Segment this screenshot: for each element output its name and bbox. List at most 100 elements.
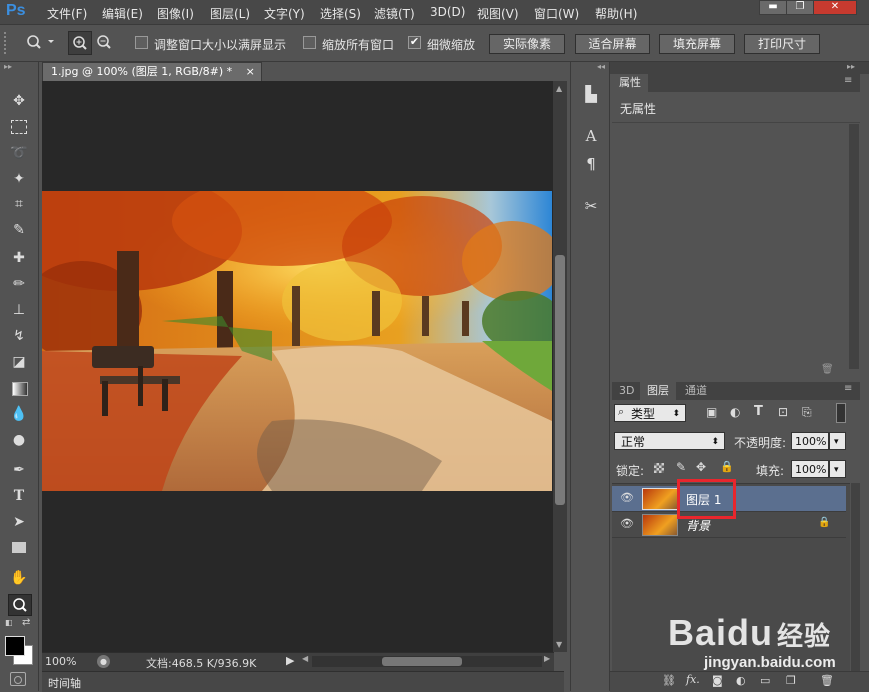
menu-help[interactable]: 帮助(H) <box>595 5 637 22</box>
properties-tab[interactable]: 属性 <box>612 74 648 92</box>
properties-trash-icon[interactable]: 🗑 <box>821 364 834 375</box>
zoom-tool-icon[interactable] <box>8 594 32 616</box>
filter-toggle-switch[interactable] <box>836 403 846 423</box>
scroll-up-icon[interactable]: ▲ <box>556 84 562 93</box>
tab-channels[interactable]: 通道 <box>678 382 714 400</box>
menu-select[interactable]: 选择(S) <box>320 5 361 22</box>
status-menu-arrow-icon[interactable]: ▶ <box>286 654 294 667</box>
horizontal-scroll-thumb[interactable] <box>382 657 462 666</box>
add-mask-icon[interactable]: ◙ <box>712 674 723 687</box>
zoom-level[interactable]: 100% <box>45 655 76 668</box>
menu-window[interactable]: 窗口(W) <box>534 5 579 22</box>
menu-file[interactable]: 文件(F) <box>47 5 87 22</box>
link-layers-icon[interactable]: ⛓ <box>662 674 676 687</box>
quick-mask-icon[interactable] <box>10 672 26 686</box>
layer-name[interactable]: 背景 <box>686 517 710 534</box>
pen-tool-icon[interactable]: ✒ <box>8 460 30 480</box>
timeline-tab[interactable]: 时间轴 <box>48 675 81 691</box>
swap-colors-icon[interactable]: ⇄ <box>22 617 30 628</box>
healing-brush-tool-icon[interactable]: ✚ <box>8 248 30 268</box>
stamp-tool-icon[interactable]: ⊥ <box>8 300 30 320</box>
close-window-button[interactable]: ✕ <box>813 0 857 15</box>
eyedropper-tool-icon[interactable]: ✎ <box>8 220 30 240</box>
menu-layer[interactable]: 图层(L) <box>210 5 250 22</box>
type-tool-icon[interactable]: T <box>8 486 30 506</box>
print-size-button[interactable]: 打印尺寸 <box>744 34 820 54</box>
opacity-dropdown-icon[interactable]: ▾ <box>829 432 846 450</box>
collapse-icon[interactable]: ▸▸ <box>4 63 34 71</box>
visibility-eye-icon[interactable]: 👁 <box>620 517 634 530</box>
histogram-panel-icon[interactable]: ▙ <box>581 84 601 104</box>
crop-tool-icon[interactable]: ⌗ <box>8 194 30 214</box>
paragraph-panel-icon[interactable]: ¶ <box>581 154 601 174</box>
scrubby-zoom-checkbox[interactable]: ✔ <box>408 36 421 49</box>
expand-dock-icon[interactable]: ◂◂ <box>597 62 605 71</box>
blur-tool-icon[interactable]: 💧 <box>8 404 30 424</box>
lock-all-icon[interactable]: 🔒 <box>720 460 734 473</box>
gradient-tool-icon[interactable] <box>8 378 30 398</box>
lock-position-icon[interactable]: ✥ <box>696 460 706 474</box>
zoom-in-button[interactable] <box>68 31 92 55</box>
scroll-down-icon[interactable]: ▼ <box>556 640 562 649</box>
shape-layer-filter-icon[interactable]: ⊡ <box>778 405 788 419</box>
type-layer-filter-icon[interactable]: T <box>754 404 763 419</box>
layers-menu-icon[interactable]: ≡ <box>844 383 852 394</box>
hand-tool-icon[interactable]: ✋ <box>8 568 30 588</box>
history-brush-tool-icon[interactable]: ↯ <box>8 326 30 346</box>
marquee-tool-icon[interactable] <box>8 117 30 137</box>
pixel-layer-filter-icon[interactable]: ▣ <box>706 405 717 419</box>
eraser-tool-icon[interactable]: ◪ <box>8 352 30 372</box>
move-tool-icon[interactable]: ✥ <box>8 91 30 111</box>
menu-filter[interactable]: 滤镜(T) <box>374 5 415 22</box>
actual-pixels-button[interactable]: 实际像素 <box>489 34 565 54</box>
zoom-out-button[interactable] <box>93 31 115 53</box>
status-info-icon[interactable]: ● <box>97 655 110 668</box>
document-tab[interactable]: 1.jpg @ 100% (图层 1, RGB/8#) * × <box>42 62 262 82</box>
maximize-button[interactable]: ❐ <box>786 0 814 15</box>
visibility-eye-icon[interactable]: 👁 <box>620 491 634 504</box>
magic-wand-tool-icon[interactable]: ✦ <box>8 169 30 189</box>
foreground-color-swatch[interactable] <box>5 636 25 656</box>
layer-filter-select[interactable]: 类型 ⬍ <box>614 404 686 422</box>
tool-presets-panel-icon[interactable]: ✂ <box>581 196 601 216</box>
fill-screen-button[interactable]: 填充屏幕 <box>659 34 735 54</box>
lasso-tool-icon[interactable]: ➰ <box>8 143 30 163</box>
dodge-tool-icon[interactable]: ● <box>8 430 30 450</box>
layers-scrollbar[interactable] <box>851 483 860 680</box>
properties-menu-icon[interactable]: ≡ <box>844 75 852 86</box>
close-document-icon[interactable]: × <box>246 65 255 78</box>
layer-style-icon[interactable]: fx. <box>686 673 700 686</box>
opacity-input[interactable]: 100% <box>791 432 829 450</box>
lock-transparent-icon[interactable] <box>654 463 664 473</box>
fit-screen-button[interactable]: 适合屏幕 <box>575 34 650 54</box>
rectangle-tool-icon[interactable] <box>8 538 30 558</box>
zoom-all-windows-checkbox[interactable] <box>303 36 316 49</box>
menu-type[interactable]: 文字(Y) <box>264 5 305 22</box>
minimize-button[interactable]: ▬ <box>759 0 787 15</box>
menu-view[interactable]: 视图(V) <box>477 5 519 22</box>
tab-3d[interactable]: 3D <box>612 382 641 400</box>
menu-edit[interactable]: 编辑(E) <box>102 5 143 22</box>
path-selection-tool-icon[interactable]: ➤ <box>8 512 30 532</box>
vertical-scroll-thumb[interactable] <box>555 255 565 505</box>
character-panel-icon[interactable]: A <box>581 126 601 146</box>
adjustment-layer-filter-icon[interactable]: ◐ <box>730 405 740 419</box>
new-layer-icon[interactable]: ❐ <box>786 674 796 687</box>
blend-mode-select[interactable]: 正常 ⬍ <box>614 432 725 450</box>
fill-dropdown-icon[interactable]: ▾ <box>829 460 846 478</box>
new-group-icon[interactable]: ▭ <box>760 674 770 687</box>
menu-image[interactable]: 图像(I) <box>157 5 194 22</box>
menu-3d[interactable]: 3D(D) <box>430 5 465 19</box>
default-colors-icon[interactable]: ◧ <box>5 618 15 628</box>
fill-input[interactable]: 100% <box>791 460 829 478</box>
new-adjustment-icon[interactable]: ◐ <box>736 674 746 687</box>
properties-scrollbar[interactable] <box>849 124 859 369</box>
scroll-right-icon[interactable]: ▶ <box>544 654 550 663</box>
brush-tool-icon[interactable]: ✏ <box>8 274 30 294</box>
delete-layer-icon[interactable]: 🗑 <box>820 674 834 687</box>
lock-pixels-icon[interactable]: ✎ <box>676 460 686 474</box>
collapse-panels-icon[interactable]: ▸▸ <box>847 62 855 71</box>
tab-layers[interactable]: 图层 <box>640 382 676 400</box>
smart-object-filter-icon[interactable]: ⎘ <box>802 405 812 420</box>
zoom-tool-preset-picker[interactable] <box>22 31 56 53</box>
